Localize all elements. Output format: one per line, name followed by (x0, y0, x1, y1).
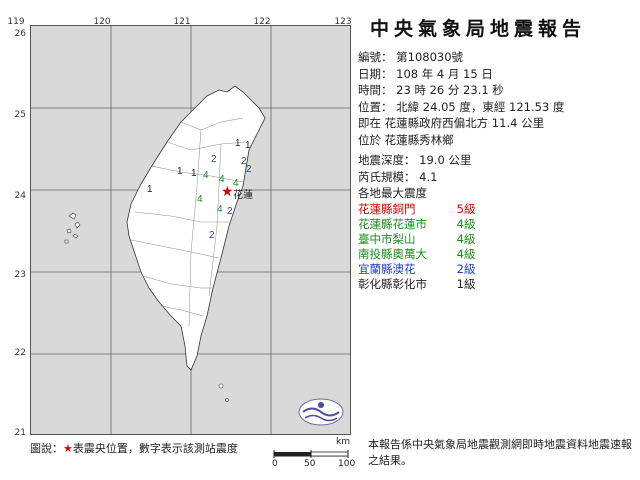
station-mark: 1 (235, 138, 241, 149)
station-mark: 4 (217, 204, 223, 215)
report-relative-location: 即在 花蓮縣政府西偏北方 11.4 公里 (358, 116, 545, 130)
report-number: 編號： 第108030號 (358, 50, 464, 64)
lat-label: 25 (14, 110, 26, 120)
report-title: 中央氣象局地震報告 (370, 18, 587, 40)
intensity-row: 花蓮縣花蓮市 4級 (358, 217, 638, 232)
intensity-level: 4級 (456, 246, 476, 261)
report-depth: 地震深度： 19.0 公里 (358, 153, 472, 167)
intensity-row: 宜蘭縣澳花 2級 (358, 262, 638, 277)
report-time: 時間： 23 時 26 分 23.1 秒 (358, 83, 504, 97)
intensity-level: 1級 (456, 276, 476, 291)
intensity-row: 彰化縣彰化市 1級 (358, 277, 638, 292)
taiwan-island (126, 85, 266, 371)
scale-tick: 50 (304, 459, 316, 469)
intensity-level: 5級 (456, 201, 476, 216)
legend-text: 表震央位置，數字表示該測站震度 (72, 442, 238, 455)
lat-label: 21 (14, 428, 26, 438)
intensity-level: 4級 (456, 231, 476, 246)
station-mark: 2 (209, 230, 215, 241)
report-magnitude: 芮氏規模： 4.1 (358, 169, 438, 184)
scale-tick: 100 (338, 459, 356, 469)
station-mark: 1 (147, 184, 153, 195)
station-mark: 1 (177, 166, 183, 177)
penghu-islands (64, 212, 81, 244)
lon-label: 122 (253, 17, 271, 27)
lon-label: 123 (334, 17, 352, 27)
lon-label: 119 (7, 17, 25, 27)
lat-label: 26 (14, 29, 26, 39)
lat-label: 23 (14, 270, 26, 280)
station-mark: 2 (211, 154, 217, 165)
intensity-location: 南投縣奧萬大 (358, 246, 427, 261)
scale-tick: 0 (272, 459, 278, 469)
station-mark: 1 (191, 168, 197, 179)
map-canvas: 1 1 2 2 2 1 1 1 4 4 4 4 4 2 2 ★ 花蓮 (31, 26, 350, 434)
station-mark: 2 (246, 164, 252, 175)
report-position: 位置： 北緯 24.05 度，東經 121.53 度 (358, 99, 565, 114)
legend-prefix: 圖說： (30, 442, 63, 455)
intensity-location: 臺中市梨山 (358, 231, 416, 246)
station-mark: 4 (203, 170, 209, 181)
lon-label: 121 (173, 17, 191, 27)
station-mark: 4 (233, 178, 239, 189)
intensity-level: 2級 (456, 261, 476, 276)
seismic-map: 1 1 2 2 2 1 1 1 4 4 4 4 4 2 2 ★ 花蓮 (30, 25, 351, 435)
city-label-hualien: 花蓮 (233, 188, 253, 201)
report-located-in: 位於 花蓮縣秀林鄉 (358, 132, 454, 147)
report-note: 本報告係中央氣象局地震觀測網即時地震資料地震速報之結果。 (368, 438, 632, 467)
intensity-row: 臺中市梨山 4級 (358, 232, 638, 247)
station-mark: 4 (197, 194, 203, 205)
intensity-row: 南投縣奧萬大 4級 (358, 247, 638, 262)
legend-star-icon: ★ (63, 442, 73, 455)
station-mark: 1 (245, 140, 251, 151)
lat-label: 22 (14, 348, 26, 358)
report-date: 日期： 108 年 4 月 15 日 (358, 66, 493, 81)
intensity-location: 宜蘭縣澳花 (358, 261, 416, 276)
lat-label: 24 (14, 191, 26, 201)
intensity-row: 花蓮縣銅門 5級 (358, 202, 638, 217)
lon-label: 120 (93, 17, 111, 27)
intensity-header: 各地最大震度 (358, 186, 427, 200)
intensity-location: 花蓮縣銅門 (358, 201, 416, 216)
epicenter-star-icon: ★ (221, 184, 234, 200)
earthquake-report-panel: 中央氣象局地震報告 編號： 第108030號 日期： 108 年 4 月 15 … (358, 8, 638, 292)
intensity-location: 花蓮縣花蓮市 (358, 216, 427, 231)
intensity-location: 彰化縣彰化市 (358, 276, 427, 291)
islets (218, 383, 229, 402)
intensity-level: 4級 (456, 216, 476, 231)
map-legend: 圖說：★表震央位置，數字表示該測站震度 (30, 440, 238, 456)
station-mark: 2 (227, 206, 233, 217)
cwb-logo-icon (298, 398, 344, 426)
